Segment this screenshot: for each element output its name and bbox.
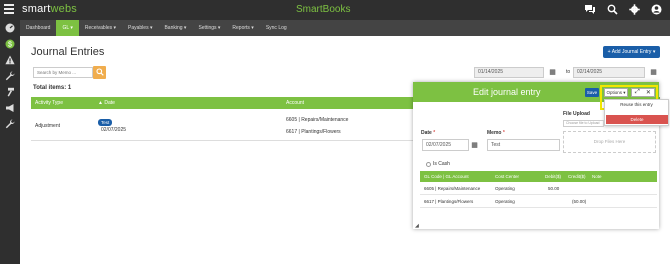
is-cash-radio[interactable] (426, 162, 431, 167)
col-date[interactable]: ▲ Date (98, 100, 115, 106)
options-button[interactable]: Options ▾ (604, 88, 628, 97)
save-button[interactable]: Save (585, 88, 599, 97)
tools-icon[interactable] (5, 119, 15, 129)
col-cost-center: Cost Center (495, 174, 520, 179)
nav-sync-log[interactable]: Sync Log (260, 20, 293, 36)
window-controls: ⤢ ✕ (631, 88, 655, 97)
reuse-entry-menu-item[interactable]: Reuse this entry (605, 102, 668, 107)
row-divider (31, 140, 415, 141)
nav-dashboard[interactable]: Dashboard (20, 20, 56, 36)
col-account[interactable]: Account (286, 100, 304, 106)
modal-title: Edit journal entry (473, 87, 541, 97)
line-cost-center: Operating (495, 186, 515, 191)
memo-badge: Test (98, 119, 113, 126)
date-range-to-label: to (566, 69, 571, 75)
line-debit: 50.00 (548, 186, 560, 191)
line-account: 6605 | Repairs/Maintenance (424, 186, 481, 191)
calendar-icon[interactable]: ▦ (548, 68, 557, 77)
top-bar: smartwebs SmartBooks (0, 0, 670, 20)
delete-menu-item[interactable]: Delete (606, 115, 668, 124)
date-label: Date * (421, 130, 436, 136)
col-note: Note (592, 174, 602, 179)
lines-table-header: GL Code | GL Account Cost Center Debit($… (420, 171, 657, 182)
app-title: SmartBooks (296, 4, 351, 15)
col-gl-account: GL Code | GL Account (424, 174, 469, 179)
col-activity-type[interactable]: Activity Type (35, 100, 63, 106)
date-cell: 02/07/2025 (101, 127, 127, 133)
col-credit: Credit($) (568, 174, 586, 179)
dollar-icon[interactable]: $ (5, 39, 15, 49)
user-avatar-icon[interactable] (650, 3, 662, 15)
row-divider (420, 194, 657, 195)
nav-receivables[interactable]: Receivables ▾ (79, 20, 122, 36)
top-icon-group (584, 3, 662, 15)
nav-settings[interactable]: Settings ▾ (192, 20, 226, 36)
chat-icon[interactable] (584, 3, 596, 15)
file-upload-input[interactable]: Choose file to Upload (563, 120, 604, 127)
date-to-input[interactable]: 02/14/2025 (573, 67, 645, 78)
col-debit: Debit($) (545, 174, 562, 179)
search-icon[interactable] (606, 3, 618, 15)
account-cell: 6617 | Plantings/Flowers (286, 129, 341, 135)
calendar-icon[interactable]: ▦ (470, 141, 479, 150)
calendar-icon[interactable]: ▦ (649, 68, 658, 77)
line-account: 6617 | Plantings/Flowers (424, 199, 474, 204)
activity-type-cell: Adjustment (35, 123, 61, 129)
gear-icon[interactable] (628, 3, 640, 15)
menu-icon[interactable] (4, 4, 14, 14)
file-upload-label: File Upload (563, 111, 590, 117)
edit-journal-entry-modal: Edit journal entry Save Options ▾ ⤢ ✕ Re… (413, 82, 669, 229)
app-logo: smartwebs (22, 3, 77, 15)
date-field[interactable]: 02/07/2025 (422, 139, 469, 151)
main-nav: Dashboard GL ▾ Receivables ▾ Payables ▾ … (20, 20, 670, 36)
line-credit: (50.00) (572, 199, 587, 204)
account-cell: 6605 | Repairs/Maintenance (286, 117, 349, 123)
hammer-icon[interactable] (5, 87, 15, 97)
megaphone-icon[interactable] (5, 103, 15, 113)
options-dropdown: Reuse this entry Delete (604, 99, 669, 126)
nav-reports[interactable]: Reports ▾ (226, 20, 259, 36)
nav-gl[interactable]: GL ▾ (56, 20, 79, 36)
close-icon[interactable]: ✕ (646, 89, 651, 96)
row-divider (420, 207, 657, 208)
memo-label: Memo * (487, 130, 505, 136)
svg-text:$: $ (8, 42, 12, 49)
memo-field[interactable]: Test (487, 139, 560, 151)
memo-search-input[interactable] (33, 67, 93, 78)
total-items-count: Total items: 1 (33, 85, 72, 91)
search-button[interactable] (93, 66, 106, 79)
sidebar: $ (0, 20, 20, 264)
resize-handle-icon[interactable]: ◢ (415, 223, 419, 229)
is-cash-label: Is Cash (433, 161, 450, 167)
expand-icon[interactable]: ⤢ (635, 89, 640, 96)
nav-banking[interactable]: Banking ▾ (158, 20, 192, 36)
dashboard-gauge-icon[interactable] (5, 23, 15, 33)
date-from-input[interactable]: 01/14/2025 (474, 67, 544, 78)
page-title: Journal Entries (31, 46, 105, 58)
wrench-icon[interactable] (5, 71, 15, 81)
file-drop-zone[interactable]: Drop Files Here (563, 131, 656, 153)
drop-files-text: Drop Files Here (593, 139, 626, 144)
nav-payables[interactable]: Payables ▾ (122, 20, 158, 36)
line-cost-center: Operating (495, 199, 515, 204)
warning-icon[interactable] (5, 55, 15, 65)
add-journal-entry-button[interactable]: + Add Journal Entry ▾ (603, 46, 660, 58)
